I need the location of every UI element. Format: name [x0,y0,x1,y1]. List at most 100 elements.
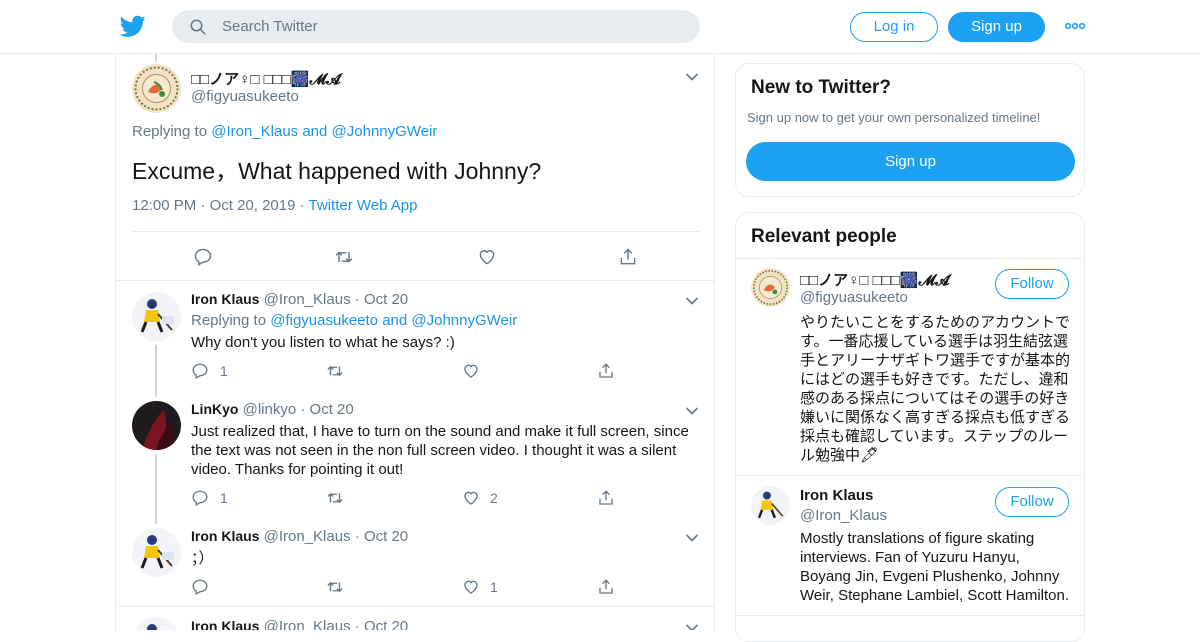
mention-and: and [302,123,328,140]
tweet-date[interactable]: Oct 20 [364,618,408,630]
author-name[interactable]: □□ノア♀□ □□□🎆𝓜𝓐 [191,68,341,89]
share-icon[interactable] [597,489,615,507]
search-icon [190,19,206,35]
share-icon[interactable] [618,247,638,267]
sidebar-signup-button[interactable]: Sign up [746,142,1075,181]
more-dots-icon[interactable] [1064,18,1086,34]
chevron-down-icon[interactable] [685,623,699,630]
meta-dot: · [200,197,210,214]
follow-button[interactable]: Follow [995,487,1069,517]
author-name[interactable]: Iron Klaus [191,528,259,544]
like-icon[interactable] [477,247,497,267]
tweet-date[interactable]: Oct 20 [364,528,408,545]
person-name[interactable]: Iron Klaus [800,487,873,504]
mention-link[interactable]: @Iron_Klaus [211,123,298,140]
reply-count: 1 [220,490,228,506]
avatar[interactable] [132,64,181,113]
reply-header: LinKyo @linkyo · Oct 20 [191,401,354,418]
replying-to-label: Replying to [191,312,267,329]
retweet-icon[interactable] [326,489,344,507]
author-name[interactable]: LinKyo [191,401,238,417]
like-count: 1 [490,579,498,595]
author-name[interactable]: Iron Klaus [191,618,259,630]
tweet-meta: 12:00 PM · Oct 20, 2019 · Twitter Web Ap… [132,197,418,214]
like-icon[interactable] [462,489,480,507]
tweet-source[interactable]: Twitter Web App [309,197,418,214]
tweet-text: Excume，What happened with Johnny? [132,158,542,184]
relevant-people-card: Relevant people □□ノア♀□ □□□🎆𝓜𝓐 @figyuasuk… [735,212,1085,642]
divider [736,258,1084,259]
retweet-icon[interactable] [334,247,354,267]
reply-icon[interactable] [191,362,209,380]
chevron-down-icon[interactable] [685,533,699,543]
author-handle[interactable]: @figyuasukeeto [191,88,299,105]
replying-to: Replying to @figyuasukeeto and @JohnnyGW… [191,312,517,329]
search-input[interactable] [222,10,682,43]
avatar[interactable] [132,617,181,630]
reply-count: 1 [220,363,228,379]
avatar[interactable] [751,268,790,307]
signup-button[interactable]: Sign up [948,12,1045,42]
chevron-down-icon[interactable] [685,406,699,416]
avatar[interactable] [751,486,790,525]
share-icon[interactable] [597,362,615,380]
mention-link[interactable]: @JohnnyGWeir [332,123,438,140]
mention-and: and [382,312,408,329]
retweet-icon[interactable] [326,362,344,380]
person-bio: やりたいことをするためのアカウントです。一番応援している選手は羽生結弦選手とアリ… [800,314,1071,464]
tweet-text: Just realized that, I have to turn on th… [191,423,689,478]
divider [116,606,714,607]
like-count: 2 [490,490,498,506]
meta-dot: · [354,528,360,545]
tweet-time[interactable]: 12:00 PM [132,197,196,214]
tweet-date[interactable]: Oct 20 [364,291,408,308]
thread-line [155,345,157,397]
person-handle[interactable]: @Iron_Klaus [800,507,887,524]
follow-button[interactable]: Follow [995,269,1069,299]
card-title: Relevant people [751,226,897,247]
author-handle[interactable]: @Iron_Klaus [264,291,351,308]
meta-dot: · [300,401,306,418]
reply-icon[interactable] [191,489,209,507]
reply-icon[interactable] [191,578,209,596]
tweet-text: Why don't you listen to what he says? :) [191,334,455,351]
person-name[interactable]: □□ノア♀□ □□□🎆𝓜𝓐 [800,269,950,290]
avatar[interactable] [132,401,181,450]
login-button[interactable]: Log in [850,12,938,42]
reply-header: Iron Klaus @Iron_Klaus · Oct 20 [191,618,408,630]
author-handle[interactable]: @Iron_Klaus [264,528,351,545]
person-bio: Mostly translations of figure skating in… [800,530,1070,604]
top-bar: Log in Sign up [0,0,1200,54]
meta-dot: · [354,291,360,308]
thread-line [155,454,157,524]
author-name[interactable]: Iron Klaus [191,291,259,307]
person-handle[interactable]: @figyuasukeeto [800,289,908,306]
divider [736,615,1084,616]
chevron-down-icon[interactable] [685,296,699,306]
search-bar[interactable] [172,10,700,43]
card-subtitle: Sign up now to get your own personalized… [747,110,1041,125]
divider [116,280,714,281]
author-handle[interactable]: @linkyo [243,401,297,418]
avatar[interactable] [132,292,181,341]
mention-link[interactable]: @JohnnyGWeir [411,312,517,329]
tweet-date[interactable]: Oct 20 [310,401,354,418]
replying-to-label: Replying to [132,123,208,140]
author-handle[interactable]: @Iron_Klaus [264,618,351,630]
conversation-column: □□ノア♀□ □□□🎆𝓜𝓐 @figyuasukeeto Replying to… [115,54,715,630]
reply-icon[interactable] [193,247,213,267]
like-icon[interactable] [462,578,480,596]
like-icon[interactable] [462,362,480,380]
reply-header: Iron Klaus @Iron_Klaus · Oct 20 [191,528,408,545]
tweet-date[interactable]: Oct 20, 2019 [210,197,296,214]
card-title: New to Twitter? [751,77,892,98]
replying-to: Replying to @Iron_Klaus and @JohnnyGWeir [132,123,437,140]
retweet-icon[interactable] [326,578,344,596]
share-icon[interactable] [597,578,615,596]
reply-header: Iron Klaus @Iron_Klaus · Oct 20 [191,291,408,308]
avatar[interactable] [132,528,181,577]
chevron-down-icon[interactable] [685,72,699,82]
twitter-logo-icon[interactable] [120,13,146,39]
tweet-actions [132,231,700,280]
mention-link[interactable]: @figyuasukeeto [270,312,378,329]
